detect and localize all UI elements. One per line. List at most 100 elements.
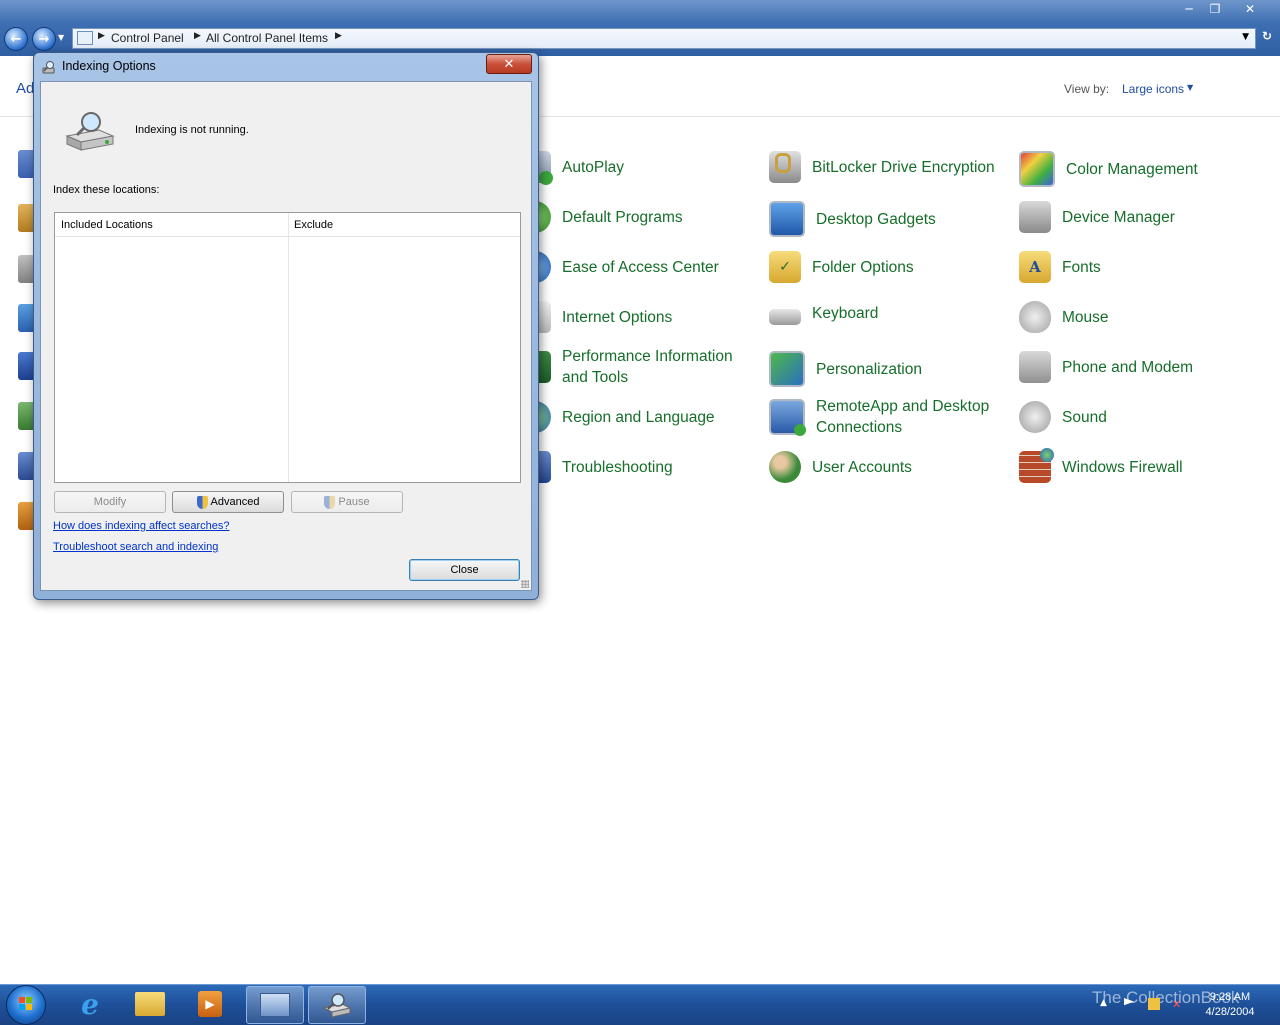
sound-icon (1019, 401, 1051, 433)
cp-item-device-manager[interactable]: Device Manager (1019, 201, 1175, 233)
cp-item-desktop-gadgets[interactable]: Desktop Gadgets (769, 201, 936, 237)
view-by-label: View by: (1064, 82, 1110, 96)
address-history-dropdown-icon[interactable]: ▼ (1242, 32, 1249, 42)
taskbar-control-panel[interactable] (246, 986, 304, 1024)
modify-button[interactable]: Modify (54, 491, 166, 513)
page-heading: Ad (16, 80, 35, 97)
cp-item-keyboard[interactable]: Keyboard (769, 301, 878, 325)
device-manager-icon (1019, 201, 1051, 233)
cp-item-label: Folder Options (812, 258, 914, 276)
cp-item-label: Ease of Access Center (562, 258, 719, 276)
index-locations-label: Index these locations: (53, 184, 160, 196)
chevron-down-icon[interactable]: ▼ (1187, 83, 1193, 92)
dialog-close-button[interactable]: ✕ (486, 54, 532, 74)
help-link-indexing-searches[interactable]: How does indexing affect searches? (53, 520, 230, 532)
cp-item-label: Sound (1062, 408, 1107, 426)
cp-item-phone-modem[interactable]: Phone and Modem (1019, 351, 1193, 383)
cp-item-label: Keyboard (812, 304, 879, 322)
user-accounts-icon (769, 451, 801, 483)
hard-drive-search-icon (65, 112, 115, 151)
restore-button[interactable]: ❐ (1202, 0, 1228, 18)
view-by-dropdown[interactable]: Large icons (1122, 82, 1184, 96)
windows-explorer-icon (135, 992, 165, 1016)
cp-item-personalization[interactable]: Personalization (769, 351, 922, 387)
volume-muted-icon[interactable]: ✕ (1172, 998, 1184, 1011)
clock-time: 9:28 AM (1209, 991, 1251, 1003)
back-arrow-icon: ← (10, 31, 22, 47)
bitlocker-icon (769, 151, 801, 183)
breadcrumb-all-items[interactable]: All Control Panel Items (206, 31, 328, 45)
back-button[interactable]: ← (4, 27, 28, 51)
folder-options-icon: ✓ (769, 251, 801, 283)
cp-item-region-language[interactable]: Region and Language (519, 401, 715, 433)
cp-item-folder-options[interactable]: ✓ Folder Options (769, 251, 914, 283)
address-bar[interactable]: ▶ Control Panel ▶ All Control Panel Item… (72, 28, 1256, 49)
resize-grip[interactable] (521, 580, 529, 588)
column-divider (288, 213, 289, 482)
mouse-icon (1019, 301, 1051, 333)
pause-button[interactable]: Pause (291, 491, 403, 513)
cp-item-label: Default Programs (562, 208, 683, 226)
desktop-gadgets-icon (769, 201, 805, 237)
pause-button-label: Pause (338, 496, 370, 508)
control-panel-address-icon (77, 31, 93, 45)
breadcrumb-separator-icon[interactable]: ▶ (194, 31, 201, 41)
advanced-button-label: Advanced (210, 496, 260, 508)
locations-table[interactable]: Included Locations Exclude (54, 212, 521, 483)
close-button[interactable]: Close (409, 559, 520, 581)
uac-shield-icon (324, 495, 336, 509)
forward-button[interactable]: → (32, 27, 56, 51)
breadcrumb-separator-icon[interactable]: ▶ (98, 31, 105, 41)
help-link-troubleshoot[interactable]: Troubleshoot search and indexing (53, 541, 218, 553)
forward-arrow-icon: → (38, 31, 50, 47)
cp-item-troubleshooting[interactable]: Troubleshooting (519, 451, 673, 483)
taskbar-media-player[interactable]: ▶ (182, 986, 238, 1022)
taskbar-windows-explorer[interactable] (122, 986, 178, 1022)
clock[interactable]: 9:28 AM 4/28/2004 (1198, 990, 1262, 1020)
personalization-icon (769, 351, 805, 387)
cp-item-sound[interactable]: Sound (1019, 401, 1107, 433)
keyboard-icon (769, 309, 801, 325)
windows-logo-icon (19, 997, 32, 1010)
cp-item-label: RemoteApp and Desktop Connections (816, 398, 990, 436)
cp-item-mouse[interactable]: Mouse (1019, 301, 1109, 333)
color-management-icon (1019, 151, 1055, 187)
taskbar-indexing-options[interactable] (308, 986, 366, 1024)
cp-item-performance[interactable]: Performance Information and Tools (519, 346, 750, 388)
cp-item-label: Mouse (1062, 308, 1109, 326)
cp-item-default-programs[interactable]: Default Programs (519, 201, 683, 233)
cp-item-ease-of-access[interactable]: Ease of Access Center (519, 251, 719, 283)
cp-item-label: Phone and Modem (1062, 358, 1193, 376)
cp-item-user-accounts[interactable]: User Accounts (769, 451, 912, 483)
column-included-locations[interactable]: Included Locations (61, 219, 153, 231)
start-button[interactable] (6, 985, 46, 1025)
dialog-body: Indexing is not running. Index these loc… (40, 81, 532, 591)
cp-item-label: Fonts (1062, 258, 1101, 276)
taskbar-internet-explorer[interactable]: e (62, 986, 118, 1022)
network-icon[interactable] (1148, 998, 1160, 1010)
column-exclude[interactable]: Exclude (294, 219, 333, 231)
phone-modem-icon (1019, 351, 1051, 383)
cp-item-remoteapp[interactable]: RemoteApp and Desktop Connections (769, 396, 1004, 438)
cp-item-color-management[interactable]: Color Management (1019, 151, 1198, 187)
cp-item-label: Color Management (1066, 160, 1198, 178)
cp-item-label: AutoPlay (562, 158, 625, 176)
cp-item-label: Desktop Gadgets (816, 210, 936, 228)
cp-item-internet-options[interactable]: Internet Options (519, 301, 672, 333)
refresh-button[interactable]: ↻ (1258, 29, 1276, 47)
indexing-status: Indexing is not running. (135, 124, 249, 136)
cp-item-windows-firewall[interactable]: Windows Firewall (1019, 448, 1183, 483)
window-controls: ─ ❐ ✕ (1176, 0, 1272, 18)
cp-item-label: Device Manager (1062, 208, 1175, 226)
breadcrumb-control-panel[interactable]: Control Panel (111, 31, 184, 45)
close-window-button[interactable]: ✕ (1228, 0, 1272, 18)
cp-item-fonts[interactable]: A Fonts (1019, 251, 1101, 283)
breadcrumb-separator-icon[interactable]: ▶ (335, 31, 342, 41)
recent-pages-dropdown[interactable]: ▼ (58, 33, 64, 42)
indexing-options-icon (322, 993, 352, 1018)
cp-item-bitlocker[interactable]: BitLocker Drive Encryption (769, 151, 995, 183)
minimize-button[interactable]: ─ (1176, 0, 1202, 18)
show-hidden-icons-icon[interactable]: ▲ (1100, 998, 1112, 1010)
advanced-button[interactable]: Advanced (172, 491, 284, 513)
cp-item-label: BitLocker Drive Encryption (812, 158, 995, 176)
